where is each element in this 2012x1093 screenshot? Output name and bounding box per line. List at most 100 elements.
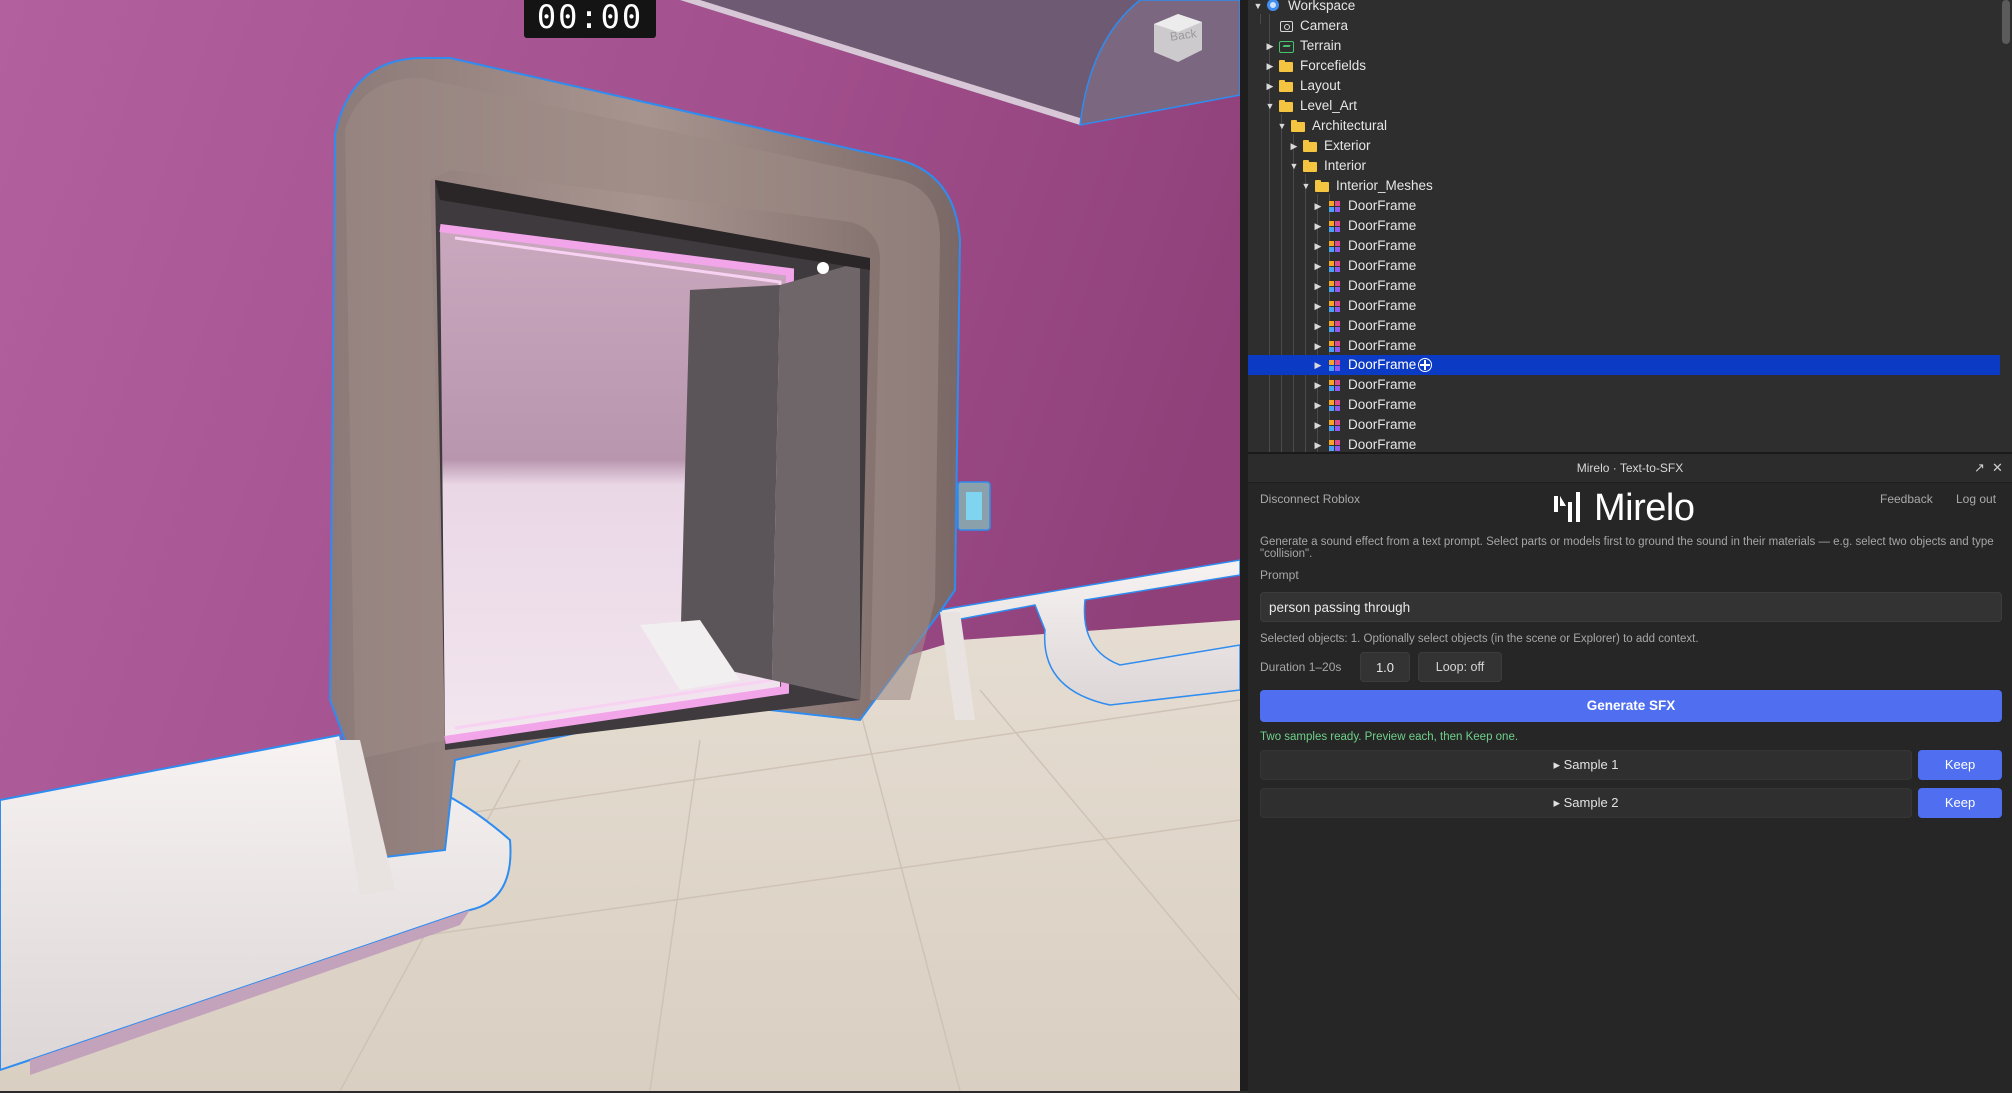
explorer-item-doorframe[interactable]: ▶ DoorFrame [1248,435,2000,452]
explorer-item-forcefields[interactable]: ▶ Forcefields [1248,56,2000,76]
explorer-item-label: Level_Art [1300,98,1358,113]
explorer-item-doorframe[interactable]: ▶ DoorFrame [1248,415,2000,435]
duration-input[interactable] [1360,652,1410,682]
status-message: Two samples ready. Preview each, then Ke… [1260,731,1519,743]
prompt-label: Prompt [1260,568,1299,582]
explorer-item-label: Workspace [1288,0,1356,13]
generate-sfx-button[interactable]: Generate SFX [1260,690,2002,722]
explorer-item-label: Architectural [1312,118,1388,133]
logout-link[interactable]: Log out [1956,492,1996,506]
explorer-item-label: DoorFrame [1348,357,1417,372]
expand-caret-icon[interactable]: ▼ [1289,156,1299,176]
model-icon [1326,438,1342,452]
sample-1-keep-button[interactable]: Keep [1918,750,2002,780]
expand-caret-icon[interactable]: ▶ [1313,415,1323,435]
explorer-item-layout[interactable]: ▶ Layout [1248,76,2000,96]
model-icon [1326,398,1342,412]
explorer-item-terrain[interactable]: ▶ Terrain [1248,36,2000,56]
expand-caret-icon[interactable]: ▼ [1253,0,1263,16]
explorer-item-exterior[interactable]: ▶ Exterior [1248,136,2000,156]
explorer-item-label: Interior [1324,158,1367,173]
selected-objects-text: Selected objects: 1. Optionally select o… [1260,633,1699,645]
move-icon[interactable] [1418,358,1432,372]
prompt-input[interactable] [1260,592,2002,622]
explorer-item-doorframe[interactable]: ▶ DoorFrame [1248,196,2000,216]
feedback-link[interactable]: Feedback [1880,492,1933,506]
expand-caret-icon[interactable]: ▶ [1313,355,1323,375]
explorer-scrollbar[interactable] [2002,0,2010,44]
explorer-item-interior-meshes[interactable]: ▼ Interior_Meshes [1248,176,2000,196]
workspace-icon [1266,0,1282,13]
explorer-panel[interactable]: ▼ Workspace Camera ▶ Terrain ▶ Forcefiel… [1248,0,2012,452]
explorer-item-interior[interactable]: ▼ Interior [1248,156,2000,176]
sample-1-play-button[interactable]: ▸ Sample 1 [1260,750,1912,780]
explorer-item-doorframe[interactable]: ▶ DoorFrame [1248,316,2000,336]
plugin-title: Mirelo · Text-to-SFX [1576,461,1684,475]
model-icon [1326,378,1342,392]
explorer-item-label: DoorFrame [1348,298,1417,313]
model-icon [1326,279,1342,293]
plugin-description: Generate a sound effect from a text prom… [1260,536,1994,560]
expand-caret-icon[interactable]: ▶ [1313,236,1323,256]
expand-caret-icon[interactable]: ▶ [1313,276,1323,296]
explorer-item-label: DoorFrame [1348,437,1417,452]
expand-caret-icon[interactable]: ▶ [1313,336,1323,356]
explorer-item-camera[interactable]: Camera [1248,16,2000,36]
expand-caret-icon[interactable]: ▶ [1265,36,1275,56]
explorer-item-doorframe[interactable]: ▶ DoorFrame [1248,336,2000,356]
expand-caret-icon[interactable]: ▶ [1313,316,1323,336]
explorer-item-doorframe[interactable]: ▶ DoorFrame [1248,375,2000,395]
expand-caret-icon[interactable]: ▼ [1301,176,1311,196]
sample-2-keep-button[interactable]: Keep [1918,788,2002,818]
disconnect-roblox-link[interactable]: Disconnect Roblox [1260,492,1360,506]
explorer-item-doorframe[interactable]: ▶ DoorFrame [1248,276,2000,296]
explorer-item-label: DoorFrame [1348,338,1417,353]
scene-render[interactable] [0,0,1240,1091]
undock-icon[interactable]: ↗ [1974,454,1985,482]
folder-icon [1278,99,1294,113]
explorer-item-architectural[interactable]: ▼ Architectural [1248,116,2000,136]
expand-caret-icon[interactable]: ▶ [1289,136,1299,156]
expand-caret-icon[interactable]: ▶ [1313,375,1323,395]
expand-caret-icon[interactable]: ▶ [1265,76,1275,96]
expand-caret-icon[interactable]: ▶ [1313,296,1323,316]
model-icon [1326,418,1342,432]
explorer-item-label: DoorFrame [1348,238,1417,253]
mirelo-logo-icon [1554,492,1580,522]
loop-toggle-button[interactable]: Loop: off [1418,652,1502,682]
explorer-item-doorframe[interactable]: ▶ DoorFrame [1248,216,2000,236]
explorer-item-label: DoorFrame [1348,377,1417,392]
expand-caret-icon[interactable]: ▶ [1313,256,1323,276]
mirelo-logo-text: Mirelo [1594,487,1695,529]
folder-icon [1290,119,1306,133]
panel-divider[interactable] [1240,0,1248,1091]
explorer-item-label: DoorFrame [1348,198,1417,213]
explorer-item-doorframe[interactable]: ▶ DoorFrame [1248,256,2000,276]
viewport-3d[interactable]: 00:00 Back [0,0,1240,1091]
explorer-item-doorframe-selected[interactable]: ▶ DoorFrame [1248,355,2000,375]
explorer-item-label: DoorFrame [1348,278,1417,293]
model-icon [1326,259,1342,273]
explorer-item-doorframe[interactable]: ▶ DoorFrame [1248,395,2000,415]
expand-caret-icon[interactable]: ▶ [1265,56,1275,76]
explorer-item-label: DoorFrame [1348,318,1417,333]
explorer-item-doorframe[interactable]: ▶ DoorFrame [1248,296,2000,316]
explorer-item-level-art[interactable]: ▼ Level_Art [1248,96,2000,116]
explorer-item-workspace[interactable]: ▼ Workspace [1248,0,2000,16]
expand-caret-icon[interactable]: ▶ [1313,395,1323,415]
explorer-item-label: Forcefields [1300,58,1367,73]
expand-caret-icon[interactable]: ▼ [1265,96,1275,116]
explorer-item-label: Terrain [1300,38,1342,53]
explorer-item-doorframe[interactable]: ▶ DoorFrame [1248,236,2000,256]
timer-display: 00:00 [524,0,656,38]
expand-caret-icon[interactable]: ▶ [1313,216,1323,236]
expand-caret-icon[interactable]: ▶ [1313,196,1323,216]
expand-caret-icon[interactable]: ▶ [1313,435,1323,452]
close-icon[interactable]: ✕ [1992,454,2003,482]
model-icon [1326,299,1342,313]
terrain-icon [1278,39,1294,53]
model-icon [1326,319,1342,333]
explorer-item-label: Layout [1300,78,1341,93]
expand-caret-icon[interactable]: ▼ [1277,116,1287,136]
sample-2-play-button[interactable]: ▸ Sample 2 [1260,788,1912,818]
